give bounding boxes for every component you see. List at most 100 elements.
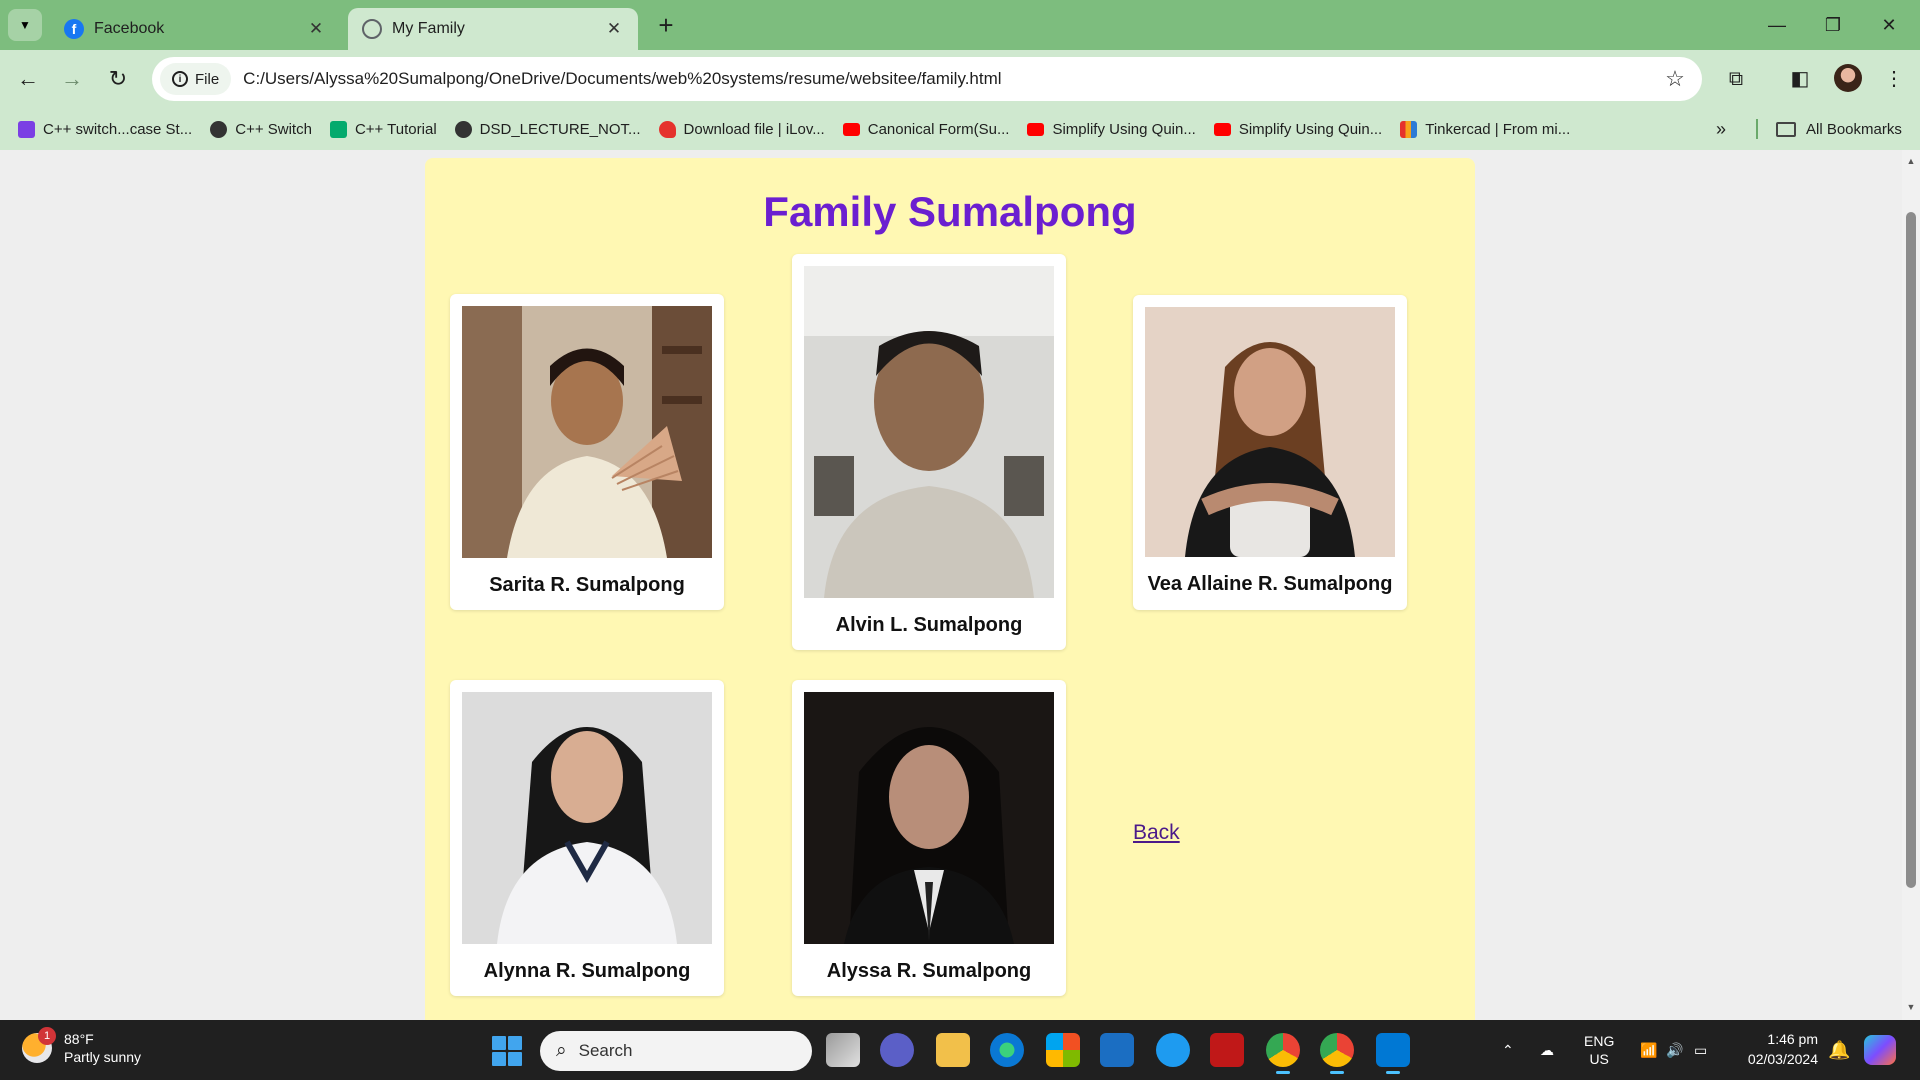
bookmark-item[interactable]: Simplify Using Quin... [1213,120,1383,138]
bookmark-label: C++ Tutorial [354,120,437,138]
member-card: Alyssa R. Sumalpong [792,680,1066,996]
bookmark-item[interactable]: Download file | iLov... [658,120,825,138]
more-bookmarks-button[interactable]: » [1716,108,1726,150]
bookmark-item[interactable]: DSD_LECTURE_NOT... [454,120,641,138]
reload-icon[interactable]: ↻ [102,63,134,95]
volume-icon[interactable]: 🔊 [1666,1020,1683,1080]
back-link[interactable]: Back [1133,821,1180,845]
bookmark-item[interactable]: Canonical Form(Su... [842,121,1009,138]
teams-chat-icon[interactable] [880,1033,914,1067]
notification-bell-icon[interactable]: 🔔 [1828,1020,1850,1080]
minimize-button[interactable]: — [1762,10,1792,40]
bookmark-label: Download file | iLov... [683,120,825,138]
language-indicator[interactable]: ENG US [1584,1020,1614,1080]
search-icon: ⌕ [556,1040,567,1061]
bookmark-favicon-icon [658,120,676,138]
clock-time: 1:46 pm [1767,1031,1818,1047]
chevron-down-icon: ▼ [19,18,31,32]
bookmark-label: Simplify Using Quin... [1052,120,1196,138]
bookmark-label: C++ switch...case St... [43,120,193,138]
site-info-chip[interactable]: i File [160,63,232,95]
myhp-icon[interactable] [1100,1033,1134,1067]
new-tab-button[interactable]: + [652,12,680,40]
extensions-icon[interactable]: ⧉ [1720,63,1752,95]
member-card: Alvin L. Sumalpong [792,254,1066,650]
bookmark-label: C++ Switch [235,120,312,138]
all-bookmarks-label: All Bookmarks [1806,120,1902,138]
bookmark-favicon-icon [210,120,228,138]
bookmark-item[interactable]: Tinkercad | From mi... [1400,120,1571,138]
youtube-icon [1213,122,1231,136]
member-card: Vea Allaine R. Sumalpong [1133,295,1407,610]
member-name: Alynna R. Sumalpong [483,960,691,982]
task-view-icon[interactable] [826,1033,860,1067]
battery-icon[interactable]: ▭ [1694,1020,1707,1080]
edge-icon[interactable] [990,1033,1024,1067]
file-explorer-icon[interactable] [936,1033,970,1067]
member-name: Alvin L. Sumalpong [835,614,1023,636]
member-photo-image [804,266,1054,598]
bookmark-item[interactable]: C++ Tutorial [329,120,437,138]
url-text[interactable]: C:/Users/Alyssa%20Sumalpong/OneDrive/Doc… [243,69,1658,89]
member-photo [1145,307,1395,557]
back-arrow-icon[interactable]: ← [12,63,44,95]
profile-avatar[interactable] [1834,64,1862,92]
clock-date: 02/03/2024 [1747,1051,1818,1067]
vertical-scrollbar[interactable]: ▲ ▼ [1902,150,1920,1020]
tinkercad-icon [1400,120,1418,138]
show-hidden-icons[interactable]: ⌃ [1502,1020,1514,1080]
bookmark-item[interactable]: C++ Switch [210,120,312,138]
member-photo [462,692,712,944]
tab-my-family[interactable]: My Family ✕ [348,8,638,50]
close-tab-icon[interactable]: ✕ [306,19,326,39]
member-name: Vea Allaine R. Sumalpong [1147,573,1393,595]
windows-taskbar: 1 88°F Partly sunny ⌕ Search ⌃ ☁ ENG US … [0,1020,1920,1080]
taskbar-clock[interactable]: 1:46 pm 02/03/2024 [1736,1029,1818,1069]
menu-kebab-icon[interactable]: ⋮ [1878,63,1910,95]
tab-title: My Family [392,20,465,37]
member-photo-image [462,306,712,558]
mcafee-icon[interactable] [1210,1033,1244,1067]
bookmark-label: Simplify Using Quin... [1238,120,1383,138]
all-bookmarks-button[interactable]: All Bookmarks [1776,108,1902,150]
weather-temp: 88°F [64,1031,94,1047]
bookmarks-bar: C++ switch...case St... C++ Switch C++ T… [0,108,1920,150]
bookmark-label: DSD_LECTURE_NOT... [479,120,641,138]
side-panel-icon[interactable]: ◧ [1784,63,1816,95]
bookmark-favicon-icon [454,120,472,138]
globe-icon [362,19,382,39]
close-window-button[interactable]: ✕ [1874,10,1904,40]
microsoft-store-icon[interactable] [1046,1033,1080,1067]
bookmark-item[interactable]: C++ switch...case St... [18,120,193,138]
tab-strip: ▼ f Facebook ✕ My Family ✕ + — ❐ ✕ [0,0,1920,50]
chrome-icon[interactable] [1266,1033,1300,1074]
member-photo-image [1145,307,1395,557]
vscode-icon[interactable] [1376,1033,1410,1074]
forward-arrow-icon[interactable]: → [56,63,88,95]
chrome-profile-icon[interactable] [1320,1033,1354,1074]
wifi-icon[interactable]: 📶 [1640,1020,1657,1080]
folder-icon [1776,121,1796,137]
weather-widget[interactable]: 1 88°F Partly sunny [22,1027,141,1066]
bookmark-item[interactable]: Simplify Using Quin... [1027,120,1196,138]
tab-search-button[interactable]: ▼ [8,9,42,41]
close-tab-icon[interactable]: ✕ [604,19,624,39]
bookmark-star-icon[interactable]: ☆ [1658,66,1692,92]
copilot-icon[interactable] [1864,1020,1896,1080]
scroll-up-icon[interactable]: ▲ [1902,156,1920,166]
restore-button[interactable]: ❐ [1818,10,1848,40]
scroll-down-icon[interactable]: ▼ [1902,1002,1920,1012]
bookmark-favicon-icon [18,120,35,138]
address-bar[interactable]: i File C:/Users/Alyssa%20Sumalpong/OneDr… [152,57,1702,101]
scrollbar-thumb[interactable] [1906,212,1916,888]
windows-start-icon[interactable] [492,1036,522,1066]
tab-facebook[interactable]: f Facebook ✕ [50,8,340,50]
language-line2: US [1589,1051,1609,1067]
bookmark-label: Tinkercad | From mi... [1425,120,1571,138]
onedrive-icon[interactable]: ☁ [1540,1020,1554,1080]
help-icon[interactable] [1156,1033,1190,1067]
taskbar-search[interactable]: ⌕ Search [540,1031,812,1071]
member-photo-image [804,692,1054,944]
tab-title: Facebook [94,20,165,37]
partly-sunny-icon: 1 [22,1027,56,1063]
